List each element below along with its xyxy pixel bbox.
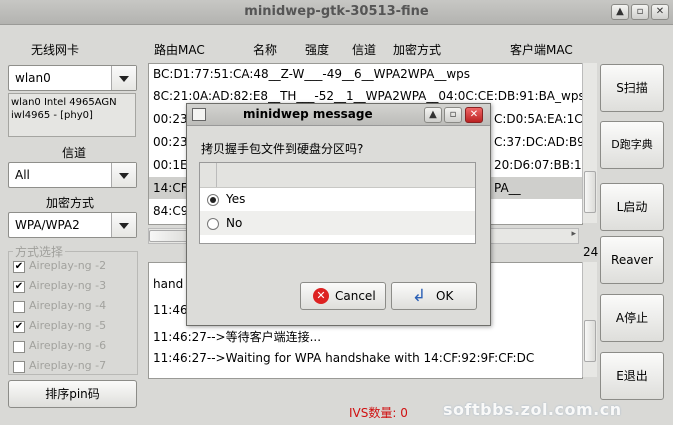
hscroll-thumb[interactable]: [149, 230, 191, 242]
restore-icon[interactable]: ▫: [631, 4, 649, 20]
methods-label: 方式选择: [13, 243, 66, 260]
chevron-down-icon[interactable]: [111, 213, 136, 237]
window-icon: [192, 108, 206, 121]
nic-info: wlan0 Intel 4965AGN iwl4965 - [phy0]: [8, 93, 136, 137]
log-line: 11:46: [153, 303, 188, 317]
nic-select[interactable]: wlan0: [8, 65, 137, 91]
cancel-icon: ✕: [313, 288, 329, 304]
enc-label: 加密方式: [46, 196, 95, 210]
method-label: Aireplay-ng -2: [29, 259, 107, 272]
method-checkbox-6[interactable]: [13, 341, 25, 353]
col-header-channel: 信道: [352, 43, 377, 57]
scrollbar-thumb[interactable]: [584, 320, 596, 362]
method-checkbox-7[interactable]: [13, 361, 25, 373]
window-title: minidwep-gtk-30513-fine: [244, 4, 429, 19]
enc-value: WPA/WPA2: [15, 218, 80, 232]
options-list-header: [200, 163, 475, 188]
enter-arrow-icon: ↲: [412, 286, 427, 306]
channel-value: All: [15, 168, 30, 182]
dialog-close-icon[interactable]: ✕: [465, 107, 483, 123]
dialog-restore-icon[interactable]: ▫: [444, 107, 462, 123]
method-label: Aireplay-ng -4: [29, 299, 107, 312]
ivs-count: IVS数量: 0: [349, 406, 408, 420]
list-item[interactable]: No: [200, 211, 475, 235]
table-row[interactable]: 00:1E: [153, 158, 188, 172]
table-row-selected[interactable]: 14:CF: [153, 181, 188, 195]
scroll-right-icon[interactable]: ▸: [571, 229, 576, 239]
channel-select[interactable]: All: [8, 162, 137, 188]
methods-group: 方式选择 ✔ Aireplay-ng -2 ✔ Aireplay-ng -3 A…: [8, 243, 138, 375]
window-titlebar: minidwep-gtk-30513-fine ▲ ▫ ✕: [0, 0, 673, 25]
dialog-question: 拷贝握手包文件到硬盘分区吗?: [201, 142, 364, 156]
client-mac: C:D0:5A:EA:1C: [494, 112, 583, 126]
method-label: Aireplay-ng -7: [29, 359, 107, 372]
table-row[interactable]: 84:C9: [153, 204, 188, 218]
cancel-button[interactable]: ✕ Cancel: [300, 282, 386, 310]
method-label: Aireplay-ng -3: [29, 279, 107, 292]
scan-button[interactable]: S扫描: [600, 64, 664, 112]
nic-value: wlan0: [15, 71, 51, 85]
stop-button[interactable]: A停止: [600, 294, 664, 342]
method-checkbox-3[interactable]: ✔: [13, 281, 25, 293]
dialog-up-icon[interactable]: ▲: [424, 107, 442, 123]
message-dialog: minidwep message ▲ ▫ ✕ 拷贝握手包文件到硬盘分区吗? Ye…: [186, 103, 491, 326]
dialog-title: minidwep message: [243, 107, 373, 121]
radio-yes[interactable]: [207, 194, 219, 206]
table-row[interactable]: BC:D1:77:51:CA:48__Z-W___-49__6__WPA2WPA…: [153, 67, 470, 81]
log-line: 11:46:27-->Waiting for WPA handshake wit…: [153, 351, 535, 365]
nic-label: 无线网卡: [31, 43, 80, 57]
table-row[interactable]: 00:23: [153, 112, 188, 126]
options-list[interactable]: Yes No: [199, 162, 476, 244]
option-label: Yes: [226, 192, 246, 206]
ok-button[interactable]: ↲ OK: [391, 282, 477, 310]
col-header-signal: 强度: [305, 43, 330, 57]
radio-no[interactable]: [207, 218, 219, 230]
enc-select[interactable]: WPA/WPA2: [8, 212, 137, 238]
method-checkbox-4[interactable]: [13, 301, 25, 313]
nic-info-line1: wlan0 Intel 4965AGN: [11, 97, 117, 108]
table-row[interactable]: 00:23: [153, 135, 188, 149]
log-scrollbar[interactable]: [582, 262, 597, 377]
counter-right: 24: [583, 245, 599, 259]
method-checkbox-2[interactable]: ✔: [13, 261, 25, 273]
col-header-mac: 路由MAC: [154, 43, 205, 57]
col-header-name: 名称: [253, 43, 278, 57]
launch-button[interactable]: L启动: [600, 183, 664, 231]
reaver-button[interactable]: Reaver: [600, 236, 664, 284]
method-label: Aireplay-ng -6: [29, 339, 107, 352]
table-row[interactable]: 8C:21:0A:AD:82:E8__TH___-52__1__WPA2WPA_…: [153, 89, 582, 103]
client-mac: C:37:DC:AD:B9:2: [494, 135, 582, 149]
chevron-down-icon[interactable]: [111, 66, 136, 90]
client-mac: 20:D6:07:BB:11:: [494, 158, 582, 172]
dialog-titlebar: minidwep message ▲ ▫ ✕: [187, 104, 490, 126]
ap-list-scrollbar[interactable]: [582, 63, 597, 223]
cancel-label: Cancel: [335, 289, 376, 303]
option-label: No: [226, 216, 243, 230]
col-header-client: 客户端MAC: [510, 43, 573, 57]
method-label: Aireplay-ng -5: [29, 319, 107, 332]
ok-label: OK: [436, 289, 454, 303]
chevron-down-icon[interactable]: [111, 163, 136, 187]
scrollbar-thumb[interactable]: [584, 171, 596, 213]
close-icon[interactable]: ✕: [651, 4, 669, 20]
list-item[interactable]: Yes: [200, 188, 475, 211]
dict-button[interactable]: D跑字典: [600, 121, 664, 169]
channel-label: 信道: [62, 146, 87, 160]
log-line: 11:46:27-->等待客户端连接...: [153, 330, 322, 344]
watermark: softbbs.zol.com.cn: [443, 400, 622, 419]
exit-button[interactable]: E退出: [600, 352, 664, 400]
client-mac: PA__: [494, 181, 521, 195]
sort-pin-button[interactable]: 排序pin码: [8, 380, 137, 408]
col-header-encryption: 加密方式: [393, 43, 442, 57]
minimize-icon[interactable]: ▲: [611, 4, 629, 20]
method-checkbox-5[interactable]: ✔: [13, 321, 25, 333]
nic-info-line2: iwl4965 - [phy0]: [11, 110, 93, 121]
log-line: hand: [153, 277, 184, 291]
